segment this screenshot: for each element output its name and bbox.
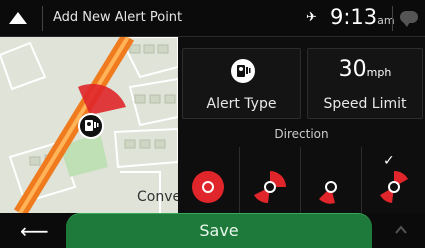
street-label: Conve	[137, 189, 178, 205]
divider	[392, 6, 393, 31]
gps-status-icon: ✈	[306, 10, 317, 25]
direction-option-one-a[interactable]	[239, 147, 299, 213]
settings-panel: Alert Type 30mph Speed Limit Direction ✓	[178, 37, 425, 213]
up-arrow-icon[interactable]	[9, 12, 27, 24]
top-bar: Add New Alert Point ✈ 9:13am	[0, 0, 425, 37]
direction-option-all[interactable]	[178, 147, 238, 213]
page-title: Add New Alert Point	[53, 10, 183, 25]
back-arrow-icon[interactable]: ⟵	[20, 219, 49, 243]
alert-type-button[interactable]: Alert Type	[182, 48, 301, 119]
direction-option-two[interactable]: ✓	[361, 147, 425, 213]
clock: 9:13am	[330, 5, 395, 29]
speed-limit-button[interactable]: 30mph Speed Limit	[307, 48, 423, 119]
speed-unit: mph	[366, 66, 392, 79]
speed-limit-label: Speed Limit	[323, 96, 407, 112]
alert-type-label: Alert Type	[206, 96, 277, 112]
clock-time: 9:13	[330, 5, 378, 29]
direction-one-icon	[254, 171, 286, 204]
speed-number: 30	[338, 57, 367, 82]
save-label: Save	[199, 221, 239, 240]
direction-two-icon	[380, 170, 408, 203]
message-icon[interactable]	[400, 11, 418, 27]
map-view[interactable]: Conve	[0, 37, 178, 213]
divider	[42, 6, 43, 31]
direction-one-icon	[319, 181, 337, 204]
alert-point-marker[interactable]	[78, 113, 104, 139]
speed-camera-icon	[231, 59, 255, 83]
chevron-up-icon[interactable]	[395, 224, 407, 236]
direction-label: Direction	[274, 127, 329, 141]
direction-all-icon	[192, 171, 224, 203]
direction-options: ✓	[178, 147, 425, 213]
direction-option-one-b[interactable]	[300, 147, 360, 213]
speed-limit-value: 30mph	[308, 57, 422, 82]
save-button[interactable]: Save	[66, 213, 372, 248]
